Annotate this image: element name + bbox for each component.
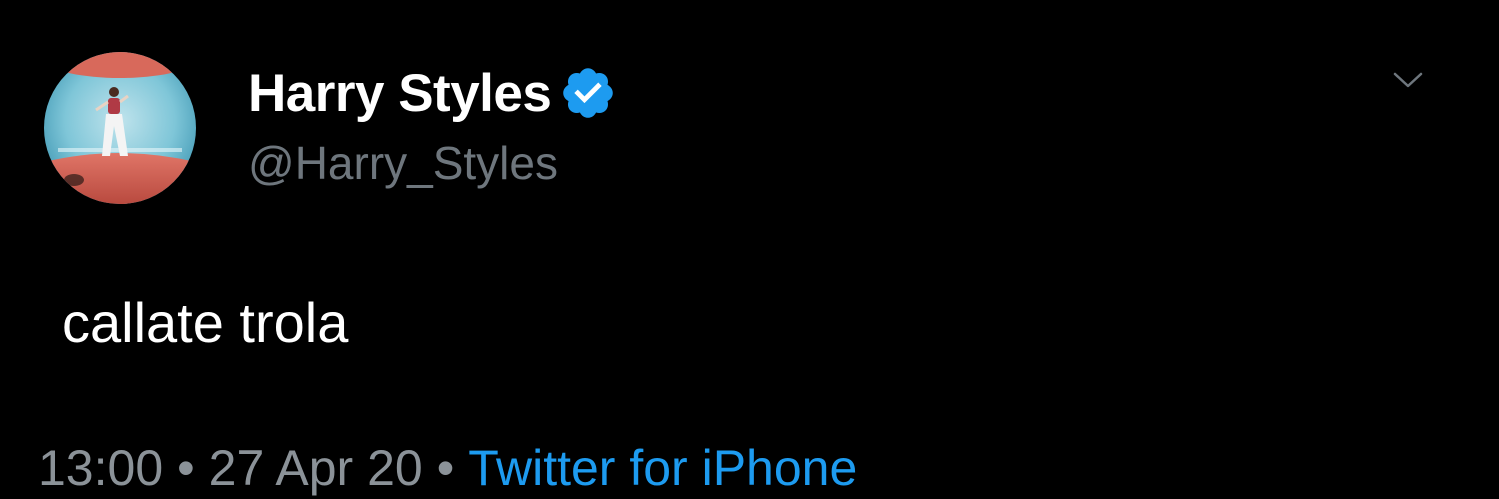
tweet-date[interactable]: 27 Apr 20 [209,440,423,496]
author-handle[interactable]: @Harry_Styles [248,140,558,186]
tweet-text: callate trola [62,291,349,354]
separator-dot: • [177,440,195,496]
display-name[interactable]: Harry Styles [248,67,552,120]
tweet-card: Harry Styles @Harry_Styles callate trola… [0,0,1499,499]
avatar-image [44,52,196,204]
tweet-source-link[interactable]: Twitter for iPhone [468,440,857,496]
tweet-metadata: 13:00 • 27 Apr 20 • Twitter for iPhone [38,443,857,493]
separator-dot: • [436,440,455,496]
avatar[interactable] [44,52,196,204]
author-name-row[interactable]: Harry Styles [248,58,617,128]
tweet-time[interactable]: 13:00 [38,440,163,496]
verified-badge-icon [559,64,617,122]
chevron-down-icon[interactable] [1391,68,1425,92]
